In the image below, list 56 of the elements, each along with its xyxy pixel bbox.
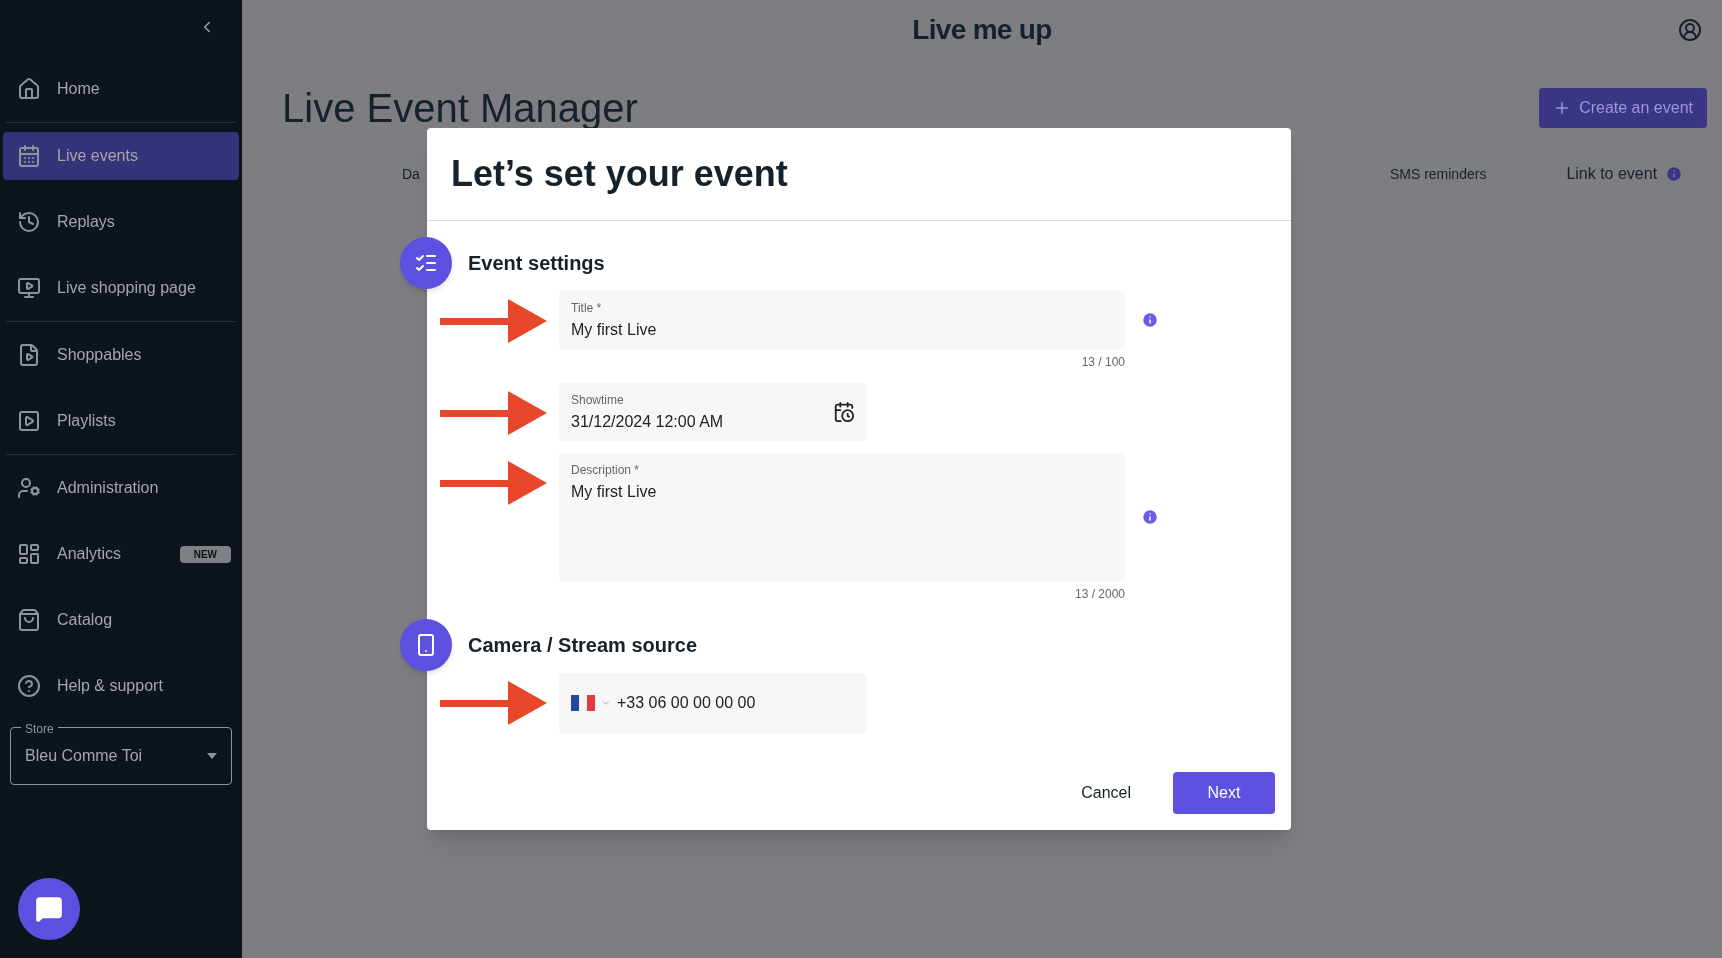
sidebar-label: Shoppables: [57, 345, 143, 365]
phone-number: +33 06 00 00 00 00: [617, 693, 756, 713]
title-field[interactable]: Title * My first Live: [559, 291, 1125, 349]
create-event-button[interactable]: Create an event: [1539, 88, 1707, 128]
section-title: Camera / Stream source: [468, 633, 697, 658]
sidebar-item[interactable]: Administration: [3, 464, 239, 512]
sidebar-label: Analytics: [57, 544, 123, 564]
dashboard-icon: [17, 542, 41, 566]
phone-play-icon: [17, 343, 41, 367]
chat-icon: [35, 895, 63, 923]
sidebar-item[interactable]: Replays: [3, 198, 239, 246]
info-icon[interactable]: [1665, 165, 1684, 183]
character-counter: 13 / 2000: [1074, 587, 1125, 601]
page-title: Live Event Manager: [282, 85, 638, 132]
help-icon: [17, 674, 41, 698]
caret-icon: [207, 753, 217, 759]
playlist-icon: [17, 409, 41, 433]
column-header: Da: [402, 164, 420, 184]
phone-field[interactable]: +33 06 00 00 00 00: [559, 673, 867, 733]
calendar-icon[interactable]: [833, 401, 855, 423]
sidebar-label: Live shopping page: [57, 278, 197, 298]
bag-icon: [17, 608, 41, 632]
cancel-button[interactable]: Cancel: [1063, 772, 1149, 814]
sidebar-item[interactable]: Live shopping page: [3, 264, 239, 312]
account-icon[interactable]: [1678, 18, 1702, 42]
sidebar-item[interactable]: Live events: [3, 132, 239, 180]
sidebar-label: Help & support: [57, 676, 164, 696]
logo: Live me up: [912, 13, 1052, 47]
sidebar-label: Administration: [57, 478, 160, 498]
sidebar-item[interactable]: Home: [3, 65, 239, 113]
character-counter: 13 / 100: [1081, 355, 1125, 369]
sidebar-label: Live events: [57, 146, 139, 166]
sidebar-item[interactable]: Shoppables: [3, 331, 239, 379]
sidebar-label: Replays: [57, 212, 116, 232]
section-title: Event settings: [468, 251, 605, 276]
monitor-icon: [17, 276, 41, 300]
user-settings-icon: [17, 476, 41, 500]
sidebar-item[interactable]: Help & support: [3, 662, 239, 710]
showtime-field[interactable]: Showtime 31/12/2024 12:00 AM: [559, 383, 867, 441]
sidebar-item[interactable]: Playlists: [3, 397, 239, 445]
sidebar-item[interactable]: Catalog: [3, 596, 239, 644]
history-icon: [17, 210, 41, 234]
next-button[interactable]: Next: [1173, 772, 1275, 814]
sidebar-label: Home: [57, 79, 101, 99]
calendar-icon: [17, 144, 41, 168]
store-value: Bleu Comme Toi: [25, 746, 143, 766]
column-header: SMS reminders: [1389, 164, 1487, 184]
sidebar-item[interactable]: Analytics NEW: [3, 530, 239, 578]
flag-icon[interactable]: [571, 695, 595, 711]
sidebar-label: Catalog: [57, 610, 114, 630]
new-badge: NEW: [179, 545, 231, 563]
column-header: Link to event: [1566, 164, 1658, 184]
sidebar-label: Playlists: [57, 411, 117, 431]
description-field[interactable]: Description * My first Live: [559, 453, 1125, 581]
modal-title: Let’s set your event: [451, 152, 788, 196]
home-icon: [17, 77, 41, 101]
